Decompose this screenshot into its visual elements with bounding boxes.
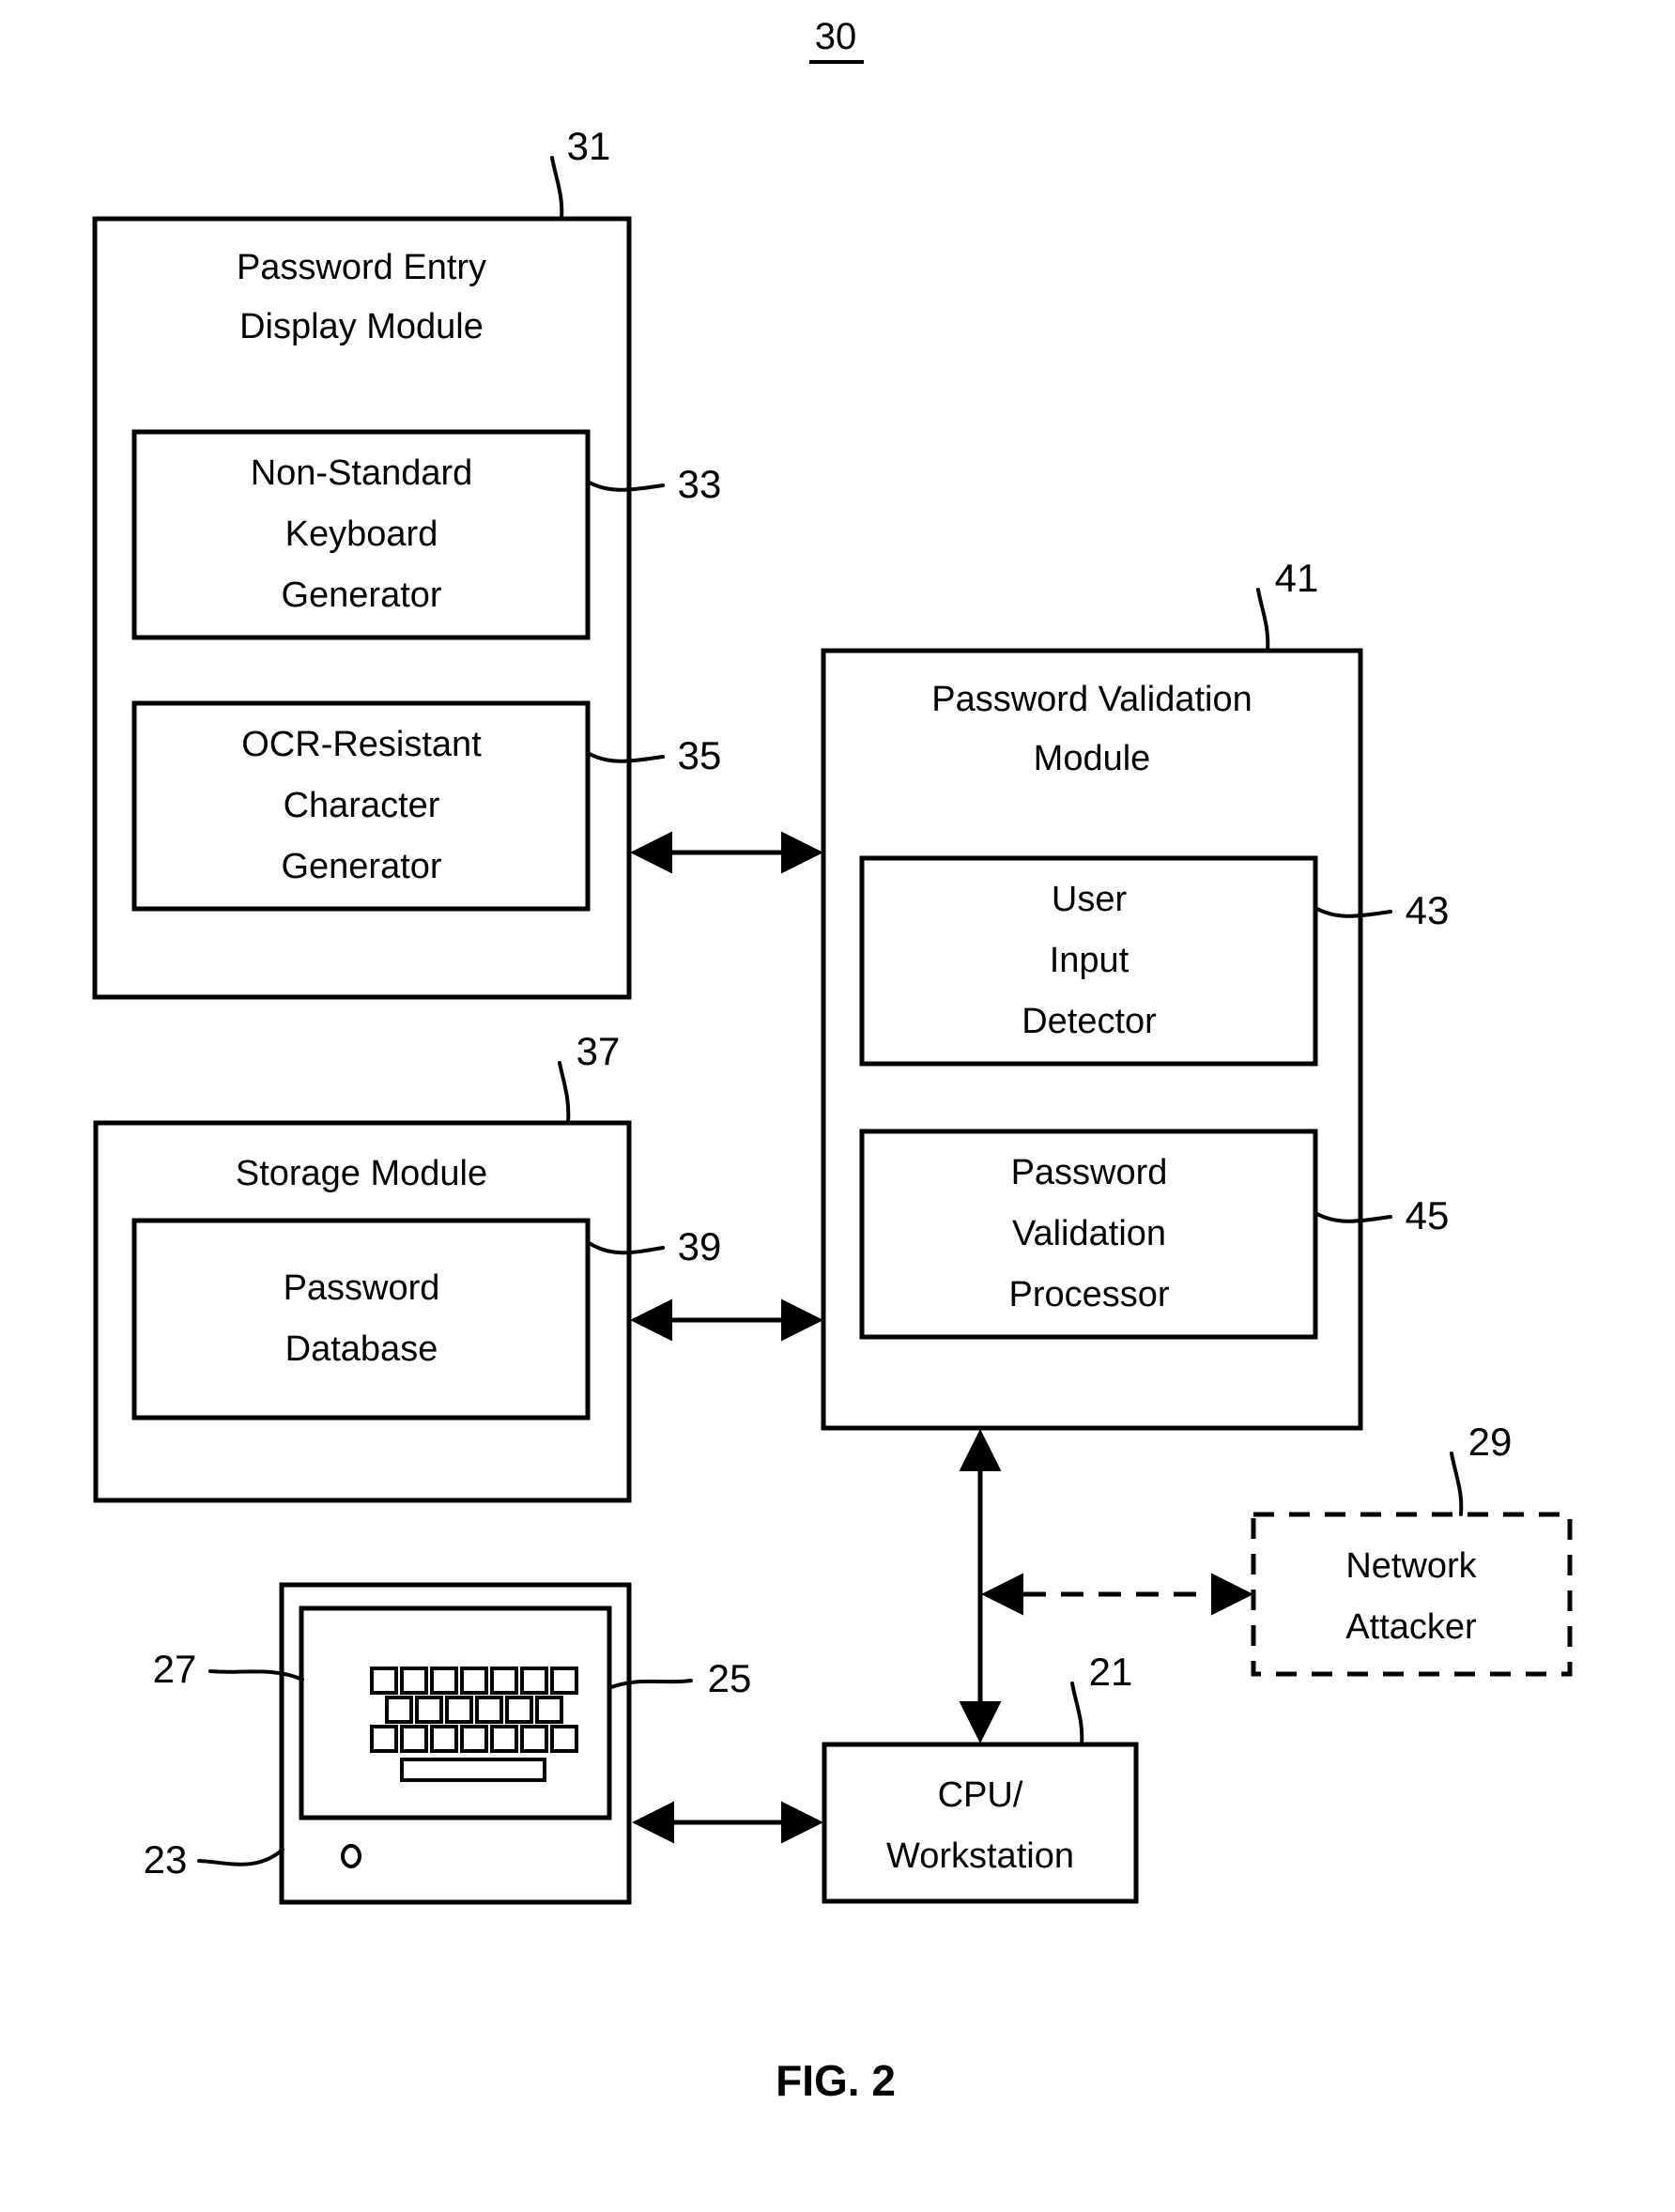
ref-number-27: 27 — [153, 1647, 197, 1691]
monitor[interactable]: 25 27 23 — [144, 1582, 752, 1905]
password-validation-processor-label-line2: Validation — [1012, 1214, 1166, 1253]
ref-number-43: 43 — [1406, 888, 1450, 932]
user-input-detector-label-line2: Input — [1050, 941, 1129, 980]
leader-line-45 — [1314, 1211, 1392, 1223]
keyboard-key[interactable] — [370, 1725, 398, 1753]
patent-figure-diagram: 30 Password Entry Display Module 31 Non-… — [92, 16, 1573, 2105]
password-entry-display-module-label-line2: Display Module — [239, 307, 484, 346]
ref-number-35: 35 — [678, 733, 722, 777]
password-entry-display-module-label-line1: Password Entry — [237, 248, 486, 287]
ref-number-29: 29 — [1468, 1420, 1513, 1464]
keyboard-key[interactable] — [520, 1667, 548, 1695]
user-input-detector-label-line3: Detector — [1022, 1002, 1157, 1041]
leader-line-33 — [586, 480, 665, 492]
password-validation-processor-label-line3: Processor — [1008, 1275, 1169, 1314]
keyboard-key[interactable] — [505, 1696, 533, 1724]
system-ref-number: 30 — [815, 16, 857, 57]
password-database-outline — [131, 1218, 591, 1421]
keyboard-spacebar-key[interactable] — [400, 1758, 546, 1782]
leader-line-41 — [1256, 588, 1270, 653]
ocr-resistant-character-generator-label-line2: Character — [284, 786, 440, 825]
keyboard-key[interactable] — [445, 1696, 473, 1724]
cpu-workstation-label-line2: Workstation — [886, 1836, 1074, 1876]
keyboard-key[interactable] — [520, 1725, 548, 1753]
keyboard-key[interactable] — [550, 1725, 578, 1753]
ocr-resistant-character-generator[interactable]: OCR-Resistant Character Generator 35 — [131, 700, 722, 912]
keyboard-key[interactable] — [490, 1725, 518, 1753]
password-validation-processor-label-line1: Password — [1011, 1153, 1168, 1192]
password-database-label-line2: Database — [285, 1329, 438, 1369]
keyboard-key[interactable] — [385, 1696, 413, 1724]
keyboard-key[interactable] — [460, 1667, 488, 1695]
storage-module[interactable]: Storage Module 37 Password Database 39 — [93, 1029, 722, 1503]
keyboard-key[interactable] — [415, 1696, 443, 1724]
keyboard-key[interactable] — [535, 1696, 563, 1724]
keyboard-key[interactable] — [475, 1696, 503, 1724]
non-standard-keyboard-generator[interactable]: Non-Standard Keyboard Generator 33 — [131, 429, 722, 640]
ref-number-21: 21 — [1089, 1650, 1133, 1694]
keyboard-key[interactable] — [490, 1667, 518, 1695]
leader-line-25 — [609, 1679, 693, 1689]
password-validation-module-label-line2: Module — [1034, 739, 1151, 778]
ref-number-33: 33 — [678, 462, 722, 506]
ref-number-25: 25 — [708, 1656, 752, 1700]
non-standard-keyboard-generator-label-line3: Generator — [281, 576, 441, 615]
network-attacker-label-line2: Attacker — [1345, 1607, 1477, 1647]
keyboard-key[interactable] — [400, 1667, 428, 1695]
password-validation-module[interactable]: Password Validation Module 41 User Input… — [821, 556, 1450, 1431]
leader-line-39 — [586, 1240, 665, 1255]
leader-line-21 — [1070, 1682, 1084, 1746]
ref-number-39: 39 — [678, 1224, 722, 1268]
user-input-detector-label-line1: User — [1052, 880, 1128, 919]
figure-root: 30 Password Entry Display Module 31 Non-… — [0, 0, 1675, 2212]
keyboard-key[interactable] — [550, 1667, 578, 1695]
power-led-icon — [341, 1844, 361, 1868]
network-attacker[interactable]: Network Attacker 29 — [1251, 1420, 1573, 1677]
ref-number-41: 41 — [1275, 556, 1319, 600]
figure-caption: FIG. 2 — [776, 2056, 896, 2105]
ref-number-37: 37 — [576, 1029, 621, 1073]
storage-module-label-line1: Storage Module — [236, 1154, 487, 1193]
password-validation-module-label-line1: Password Validation — [931, 680, 1252, 719]
non-standard-keyboard-generator-label-line1: Non-Standard — [251, 453, 473, 493]
ref-number-23: 23 — [144, 1837, 188, 1882]
ref-number-45: 45 — [1406, 1193, 1450, 1237]
ref-number-31: 31 — [567, 124, 611, 168]
leader-line-31 — [550, 156, 564, 221]
system-reference-30: 30 — [809, 16, 864, 64]
password-entry-display-module[interactable]: Password Entry Display Module 31 Non-Sta… — [92, 124, 722, 1000]
ocr-resistant-character-generator-label-line1: OCR-Resistant — [241, 725, 482, 764]
password-database-label-line1: Password — [284, 1268, 440, 1308]
cpu-workstation-label-line1: CPU/ — [938, 1775, 1023, 1815]
leader-line-43 — [1314, 906, 1392, 918]
cpu-workstation-outline — [822, 1742, 1139, 1904]
non-standard-keyboard-generator-label-line2: Keyboard — [285, 515, 438, 554]
leader-line-37 — [558, 1061, 571, 1125]
leader-line-27 — [208, 1669, 304, 1682]
keyboard-key[interactable] — [460, 1725, 488, 1753]
keyboard-key[interactable] — [370, 1667, 398, 1695]
keyboard-key[interactable] — [430, 1667, 458, 1695]
network-attacker-outline — [1251, 1512, 1573, 1677]
leader-line-23 — [197, 1848, 284, 1866]
leader-line-29 — [1450, 1452, 1464, 1516]
keyboard-key[interactable] — [400, 1725, 428, 1753]
password-database[interactable]: Password Database 39 — [131, 1218, 722, 1421]
ocr-resistant-character-generator-label-line3: Generator — [281, 847, 441, 886]
keyboard-key[interactable] — [430, 1725, 458, 1753]
onscreen-keyboard-icon[interactable] — [370, 1667, 578, 1782]
network-attacker-label-line1: Network — [1345, 1546, 1477, 1586]
leader-line-35 — [586, 751, 665, 763]
